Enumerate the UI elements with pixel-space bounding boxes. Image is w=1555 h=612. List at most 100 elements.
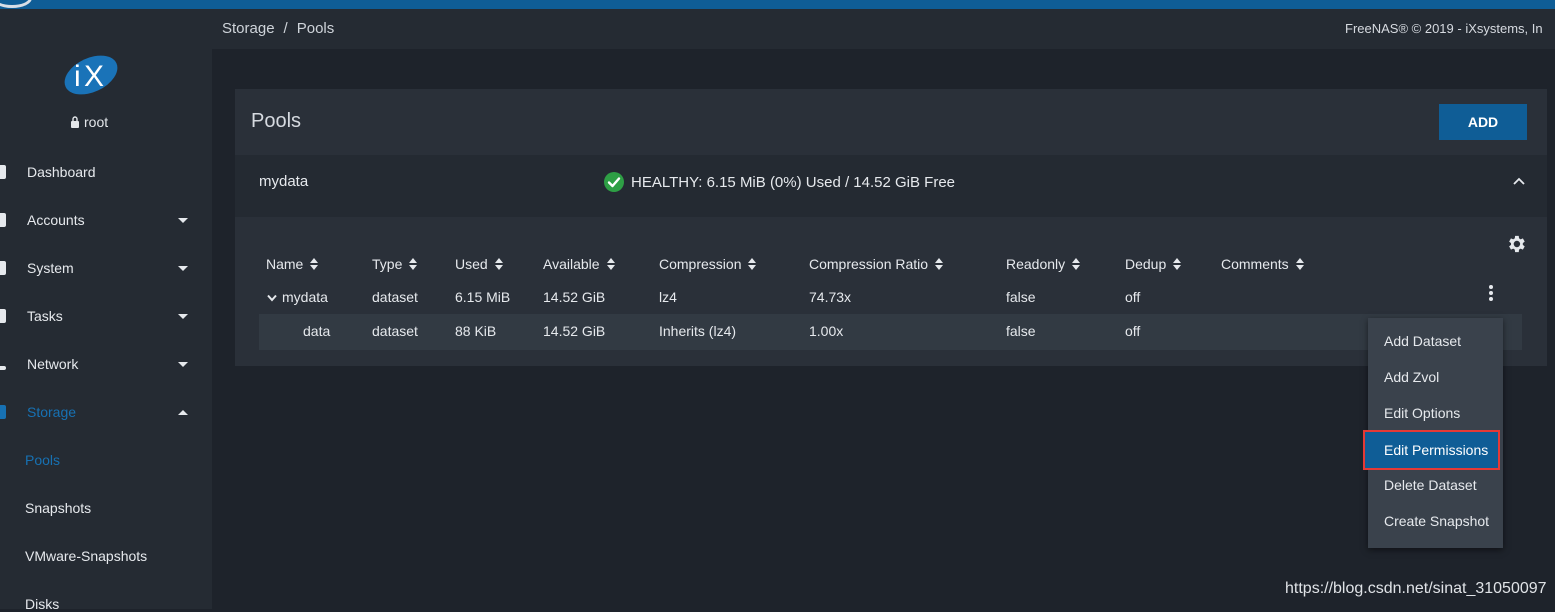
column-label: Used [455,256,488,272]
column-header-dedup[interactable]: Dedup [1125,256,1182,272]
row-name: mydata [282,289,328,305]
sidebar-subitem-vmware-snapshots[interactable]: VMware-Snapshots [25,548,147,564]
copyright-text[interactable]: FreeNAS® © 2019 - iXsystems, In [1345,21,1555,36]
sidebar-item-storage[interactable]: Storage [0,392,212,432]
page-title: Pools [251,110,302,132]
menu-item-edit-permissions[interactable]: Edit Permissions [1363,430,1500,470]
pool-status-text: HEALTHY: 6.15 MiB (0%) Used / 14.52 GiB … [631,173,956,191]
tasks-icon [0,309,6,323]
cell-readonly: false [1006,289,1036,305]
sidebar-item-accounts[interactable]: Accounts [0,200,212,240]
caret-down-icon [178,361,188,367]
sidebar-item-label: Storage [27,404,77,420]
accounts-icon [0,213,6,227]
column-label: Dedup [1125,256,1167,272]
sort-icon [409,258,418,270]
sort-icon [606,258,615,270]
column-header-used[interactable]: Used [455,256,504,272]
cell-used: 88 KiB [455,323,497,339]
cell-dedup: off [1125,289,1141,305]
cell-available: 14.52 GiB [543,289,606,305]
sort-icon [1173,258,1182,270]
sidebar-item-dashboard[interactable]: Dashboard [0,152,212,192]
caret-down-icon [178,217,188,223]
sidebar-item-tasks[interactable]: Tasks [0,296,212,336]
top-bar [0,0,1555,9]
column-label: Compression Ratio [809,256,929,272]
caret-down-icon [178,313,188,319]
cell-readonly: false [1006,323,1036,339]
cell-compression: Inherits (lz4) [659,323,737,339]
chevron-up-icon[interactable] [1513,175,1525,187]
ix-logo: i X [64,55,118,95]
breadcrumb-bar: Storage / Pools FreeNAS® © 2019 - iXsystem… [212,9,1555,49]
add-button[interactable]: ADD [1439,104,1527,140]
table-row[interactable]: data dataset 88 KiB 14.52 GiB Inherits (… [259,314,1522,350]
column-label: Available [543,256,600,272]
sidebar-item-label: Accounts [27,212,85,228]
column-header-compression-ratio[interactable]: Compression Ratio [809,256,944,272]
caret-down-icon [178,265,188,271]
cell-compression-ratio: 74.73x [809,289,852,305]
storage-icon [0,405,6,419]
sidebar-item-label: System [27,260,74,276]
cell-compression: lz4 [659,289,677,305]
breadcrumb-storage[interactable]: Storage [222,20,275,37]
network-icon [0,366,6,370]
sidebar-subitem-pools[interactable]: Pools [25,452,60,468]
column-label: Name [266,256,304,272]
sort-icon [935,258,944,270]
column-label: Readonly [1006,256,1066,272]
sidebar: i X root Dashboard Accounts System Tasks… [0,9,212,612]
cell-name: data [303,323,331,339]
username: root [84,114,109,130]
column-header-compression[interactable]: Compression [659,256,757,272]
dashboard-icon [0,165,6,179]
watermark-text: https://blog.csdn.net/sinat_31050097 [1285,580,1547,597]
sidebar-item-label: Dashboard [27,164,96,180]
system-icon [0,261,6,275]
gear-icon[interactable] [1505,233,1527,255]
column-header-name[interactable]: Name [266,256,319,272]
sidebar-item-system[interactable]: System [0,248,212,288]
sidebar-item-network[interactable]: Network [0,344,212,384]
column-header-readonly[interactable]: Readonly [1006,256,1081,272]
sort-icon [494,258,503,270]
menu-item-edit-options[interactable]: Edit Options [1368,395,1503,431]
pool-name: mydata [259,173,309,190]
lock-icon [71,116,79,128]
cell-available: 14.52 GiB [543,323,606,339]
cell-type: dataset [372,323,418,339]
pool-header[interactable]: mydata HEALTHY: 6.15 MiB (0%) Used / 14.… [235,155,1547,217]
sidebar-subitem-snapshots[interactable]: Snapshots [25,500,91,516]
breadcrumb-separator: / [283,20,288,37]
table-row[interactable]: mydata dataset 6.15 MiB 14.52 GiB lz4 74… [259,280,1522,316]
check-circle-icon [604,172,624,192]
sort-icon [748,258,757,270]
column-label: Compression [659,256,742,272]
column-header-available[interactable]: Available [543,256,616,272]
breadcrumb-pools: Pools [296,20,335,37]
more-vert-icon[interactable] [1488,284,1494,302]
menu-item-create-snapshot[interactable]: Create Snapshot [1368,503,1503,539]
cell-compression-ratio: 1.00x [809,323,844,339]
svg-text:i: i [74,60,81,93]
pool-status: HEALTHY: 6.15 MiB (0%) Used / 14.52 GiB … [604,172,955,192]
svg-text:X: X [84,60,104,93]
menu-item-add-dataset[interactable]: Add Dataset [1368,323,1503,359]
column-header-comments[interactable]: Comments [1221,256,1305,272]
sidebar-item-label: Tasks [27,308,63,324]
menu-item-add-zvol[interactable]: Add Zvol [1368,359,1503,395]
chevron-down-icon[interactable] [267,294,277,302]
caret-up-icon [178,409,188,415]
column-label: Type [372,256,403,272]
sidebar-subitem-disks[interactable]: Disks [25,596,59,612]
cell-used: 6.15 MiB [455,289,511,305]
sort-icon [310,258,319,270]
sort-icon [1295,258,1304,270]
cell-type: dataset [372,289,418,305]
user-label[interactable]: root [70,114,108,130]
pools-card: Pools ADD mydata HEALTHY: 6.15 MiB (0%) … [235,89,1547,366]
column-header-type[interactable]: Type [372,256,418,272]
menu-item-delete-dataset[interactable]: Delete Dataset [1368,467,1503,503]
